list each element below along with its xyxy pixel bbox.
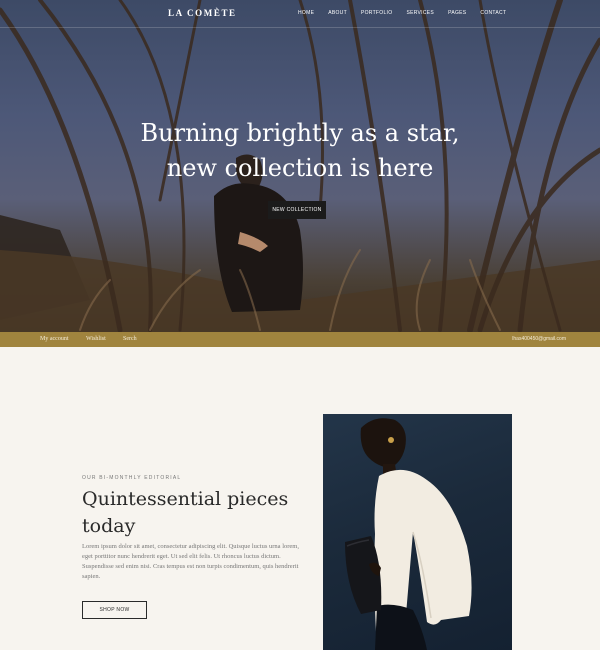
editorial-photo: [323, 414, 512, 650]
hero-banner: LA COMÈTE HOME ABOUT PORTFOLIO SERVICES …: [0, 0, 600, 332]
new-collection-button[interactable]: NEW COLLECTION: [268, 201, 326, 219]
section-body: Lorem ipsum dolor sit amet, consectetur …: [82, 543, 299, 580]
hero-headline-line1: Burning brightly as a star,: [140, 119, 460, 147]
nav-item-services[interactable]: SERVICES: [406, 10, 434, 16]
utility-bar: My account Wishlist Serch lhas400450@gma…: [0, 332, 600, 347]
main-nav: HOME ABOUT PORTFOLIO SERVICES PAGES CONT…: [298, 10, 520, 16]
nav-item-home[interactable]: HOME: [298, 10, 314, 16]
nav-item-contact[interactable]: CONTACT: [480, 10, 506, 16]
hero-headline-line2: new collection is here: [166, 154, 434, 182]
nav-item-pages[interactable]: PAGES: [448, 10, 466, 16]
site-logo[interactable]: LA COMÈTE: [168, 8, 237, 18]
my-account-link[interactable]: My account: [40, 336, 69, 342]
hero-headline: Burning brightly as a star, new collecti…: [0, 116, 600, 186]
contact-email[interactable]: lhas400450@gmail.com: [512, 336, 566, 342]
nav-item-portfolio[interactable]: PORTFOLIO: [361, 10, 393, 16]
wishlist-link[interactable]: Wishlist: [86, 336, 106, 342]
top-navigation: LA COMÈTE HOME ABOUT PORTFOLIO SERVICES …: [0, 0, 600, 28]
section-title: Quintessential pieces today: [82, 488, 289, 537]
section-eyebrow: OUR BI-MONTHLY EDITORIAL: [82, 475, 182, 481]
shop-now-button[interactable]: SHOP NOW: [82, 601, 147, 619]
nav-item-about[interactable]: ABOUT: [328, 10, 347, 16]
search-link[interactable]: Serch: [123, 336, 137, 342]
model-illustration: [345, 418, 472, 650]
